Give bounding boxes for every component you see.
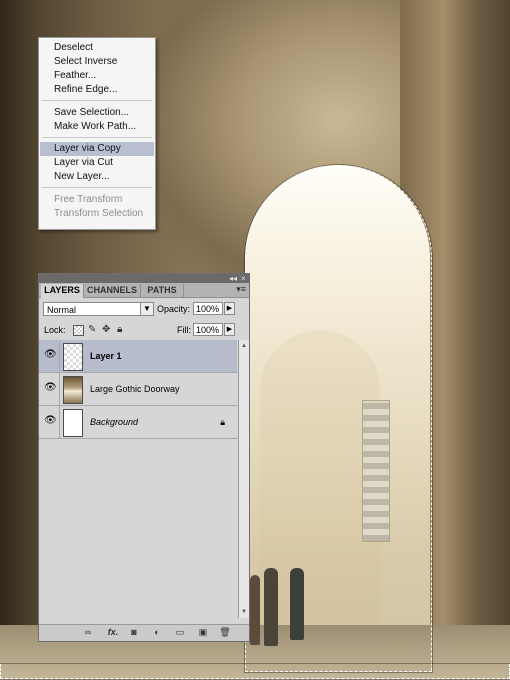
menu-item-feather[interactable]: Feather... [40, 69, 154, 83]
close-icon[interactable]: × [241, 274, 246, 283]
fill-input[interactable]: 100% [193, 323, 223, 336]
opacity-input[interactable]: 100% [193, 302, 223, 315]
fill-label: Fill: [177, 325, 191, 335]
scroll-down-icon[interactable]: ▼ [239, 607, 249, 617]
scroll-up-icon[interactable]: ▲ [239, 341, 249, 351]
left-column [0, 0, 40, 680]
tab-paths[interactable]: PATHS [141, 284, 184, 297]
layer-thumbnail [63, 376, 83, 404]
lock-position-icon[interactable]: ✥ [102, 325, 112, 335]
mask-icon[interactable]: ◙ [128, 627, 140, 638]
layer-row-layer-1[interactable]: 👁︎ Layer 1 [39, 340, 237, 373]
menu-item-make-work-path[interactable]: Make Work Path... [40, 120, 154, 134]
eye-icon[interactable]: 👁︎ [44, 350, 57, 360]
panel-menu-icon[interactable]: ▾≡ [236, 284, 246, 295]
menu-item-free-transform: Free Transform [54, 194, 123, 205]
menu-item-deselect[interactable]: Deselect [40, 41, 154, 55]
layer-name: Background [90, 417, 139, 427]
menu-item-transform-selection: Transform Selection [54, 208, 144, 219]
layer-name: Layer 1 [90, 351, 122, 361]
adjustment-icon[interactable]: ◐ [151, 627, 163, 638]
lock-transparency-icon[interactable] [73, 325, 84, 336]
group-icon[interactable]: ▭ [174, 627, 186, 638]
menu-separator [42, 100, 152, 101]
layer-thumbnail [63, 343, 83, 371]
selection-outline-bottom [0, 664, 510, 679]
menu-item-layer-via-copy[interactable]: Layer via Copy [40, 142, 154, 156]
eye-divider [59, 373, 60, 405]
layers-scrollbar[interactable]: ▲ ▼ [238, 340, 249, 618]
lock-all-icon[interactable]: 🔒︎ [117, 325, 127, 335]
layer-row-large-gothic-doorway[interactable]: 👁︎ Large Gothic Doorway [39, 373, 237, 406]
layers-panel: ◂◂ × LAYERS CHANNELS PATHS ▾≡ Normal ▼ O… [38, 273, 250, 642]
panel-bottom-toolbar: ∞ fx. ◙ ◐ ▭ ▣ 🗑︎ [39, 624, 249, 641]
fx-icon[interactable]: fx. [105, 627, 121, 638]
eye-divider [59, 340, 60, 372]
eye-divider [59, 406, 60, 438]
opacity-label: Opacity: [157, 304, 191, 314]
lock-label: Lock: [44, 325, 66, 335]
fill-slider-button[interactable]: ▶ [224, 323, 235, 336]
collapse-icon[interactable]: ◂◂ [229, 274, 237, 283]
tab-channels[interactable]: CHANNELS [84, 284, 141, 297]
layer-row-background[interactable]: 👁︎ Background 🔒︎ [39, 406, 237, 439]
panel-titlebar[interactable]: ◂◂ × [39, 274, 249, 283]
menu-item-layer-via-cut[interactable]: Layer via Cut [40, 156, 154, 170]
menu-item-refine-edge[interactable]: Refine Edge... [40, 83, 154, 97]
trash-icon[interactable]: 🗑︎ [219, 627, 231, 638]
panel-tabs: LAYERS CHANNELS PATHS ▾≡ [39, 283, 249, 298]
tab-layers[interactable]: LAYERS [41, 284, 84, 298]
selection-context-menu: Deselect Select Inverse Feather... Refin… [38, 37, 156, 230]
blend-mode-select[interactable]: Normal ▼ [43, 302, 154, 316]
menu-item-new-layer[interactable]: New Layer... [40, 170, 154, 184]
menu-item-select-inverse[interactable]: Select Inverse [40, 55, 154, 69]
layers-list: 👁︎ Layer 1 👁︎ Large Gothic Doorway 👁︎ Ba… [39, 340, 237, 618]
chevron-down-icon[interactable]: ▼ [140, 303, 153, 315]
blend-mode-value: Normal [47, 305, 77, 315]
eye-icon[interactable]: 👁︎ [44, 383, 57, 393]
lock-icon: 🔒︎ [220, 417, 225, 427]
menu-separator [42, 187, 152, 188]
layer-name: Large Gothic Doorway [90, 384, 180, 394]
menu-item-save-selection[interactable]: Save Selection... [40, 106, 154, 120]
menu-separator [42, 137, 152, 138]
layer-thumbnail [63, 409, 83, 437]
eye-icon[interactable]: 👁︎ [44, 416, 57, 426]
link-icon[interactable]: ∞ [81, 627, 95, 638]
opacity-slider-button[interactable]: ▶ [224, 302, 235, 315]
new-layer-icon[interactable]: ▣ [197, 627, 209, 638]
selection-outline [245, 165, 432, 672]
lock-pixels-icon[interactable]: ✎ [88, 325, 98, 335]
